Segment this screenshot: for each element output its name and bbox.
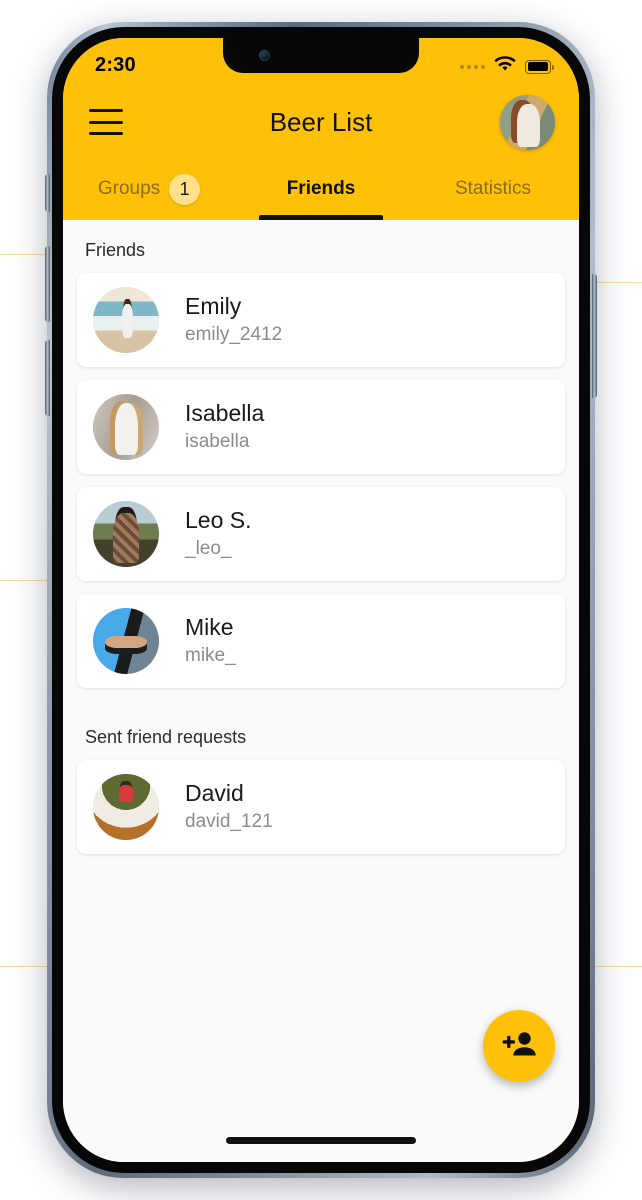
friend-name: Mike	[185, 614, 234, 641]
avatar	[93, 501, 159, 567]
silence-switch-button[interactable]	[45, 174, 50, 212]
friend-username: david_121	[185, 811, 273, 833]
list-item-text: David david_121	[185, 779, 273, 835]
battery-full-icon	[525, 59, 554, 74]
volume-up-button[interactable]	[45, 246, 50, 322]
friends-list-container[interactable]: Friends Emily emily_2412 Isabella isabel…	[63, 220, 579, 1162]
front-camera-icon	[259, 50, 270, 61]
power-button[interactable]	[592, 274, 597, 398]
list-item-text: Mike mike_	[185, 613, 236, 669]
friend-username: isabella	[185, 431, 250, 453]
friend-name: Isabella	[185, 400, 265, 427]
friend-username: emily_2412	[185, 324, 283, 346]
home-indicator	[226, 1137, 416, 1144]
phone-device-frame: 2:30 Beer List Groups 1 Friends Statisti…	[45, 22, 597, 1178]
status-bar-indicators	[460, 54, 554, 77]
friend-username: _leo_	[185, 538, 232, 560]
avatar	[93, 287, 159, 353]
tab-friends-label: Friends	[286, 178, 356, 199]
list-item[interactable]: Mike mike_	[77, 594, 565, 688]
cellular-dots-icon	[460, 64, 485, 69]
avatar	[93, 774, 159, 840]
tab-friends[interactable]: Friends	[235, 158, 407, 220]
list-item[interactable]: Emily emily_2412	[77, 273, 565, 367]
friend-name: Leo S.	[185, 507, 252, 534]
wifi-icon	[494, 56, 516, 77]
page-root: 2:30 Beer List Groups 1 Friends Statisti…	[0, 0, 642, 1200]
person-add-icon	[502, 1030, 536, 1063]
user-avatar-image[interactable]	[500, 94, 555, 150]
tab-statistics-label: Statistics	[454, 178, 532, 199]
status-badge: 1	[169, 173, 201, 205]
friend-name: David	[185, 780, 244, 807]
section-header-sent-requests: Sent friend requests	[85, 727, 247, 747]
volume-down-button[interactable]	[45, 340, 50, 416]
list-item[interactable]: Isabella isabella	[77, 380, 565, 474]
avatar	[93, 394, 159, 460]
display-notch	[223, 38, 419, 73]
list-item-text: Leo S. _leo_	[185, 506, 252, 562]
tab-groups[interactable]: Groups 1	[63, 158, 235, 220]
phone-bezel: 2:30 Beer List Groups 1 Friends Statisti…	[52, 27, 590, 1173]
list-item-text: Isabella isabella	[185, 399, 264, 455]
friend-username: mike_	[185, 645, 236, 667]
avatar	[93, 608, 159, 674]
list-item[interactable]: David david_121	[77, 760, 565, 854]
tab-groups-label: Groups	[97, 178, 161, 199]
tab-statistics[interactable]: Statistics	[407, 158, 579, 220]
add-friend-button[interactable]	[483, 1010, 555, 1082]
friend-name: Emily	[185, 293, 242, 320]
list-item[interactable]: Leo S. _leo_	[77, 487, 565, 581]
list-item-text: Emily emily_2412	[185, 292, 282, 348]
hamburger-menu-icon[interactable]	[89, 109, 123, 135]
tab-bar: Groups 1 Friends Statistics	[63, 158, 579, 220]
app-bar: Beer List	[63, 86, 579, 158]
section-header-friends: Friends	[85, 240, 146, 260]
status-bar-clock: 2:30	[95, 54, 136, 76]
phone-screen: 2:30 Beer List Groups 1 Friends Statisti…	[63, 38, 579, 1162]
